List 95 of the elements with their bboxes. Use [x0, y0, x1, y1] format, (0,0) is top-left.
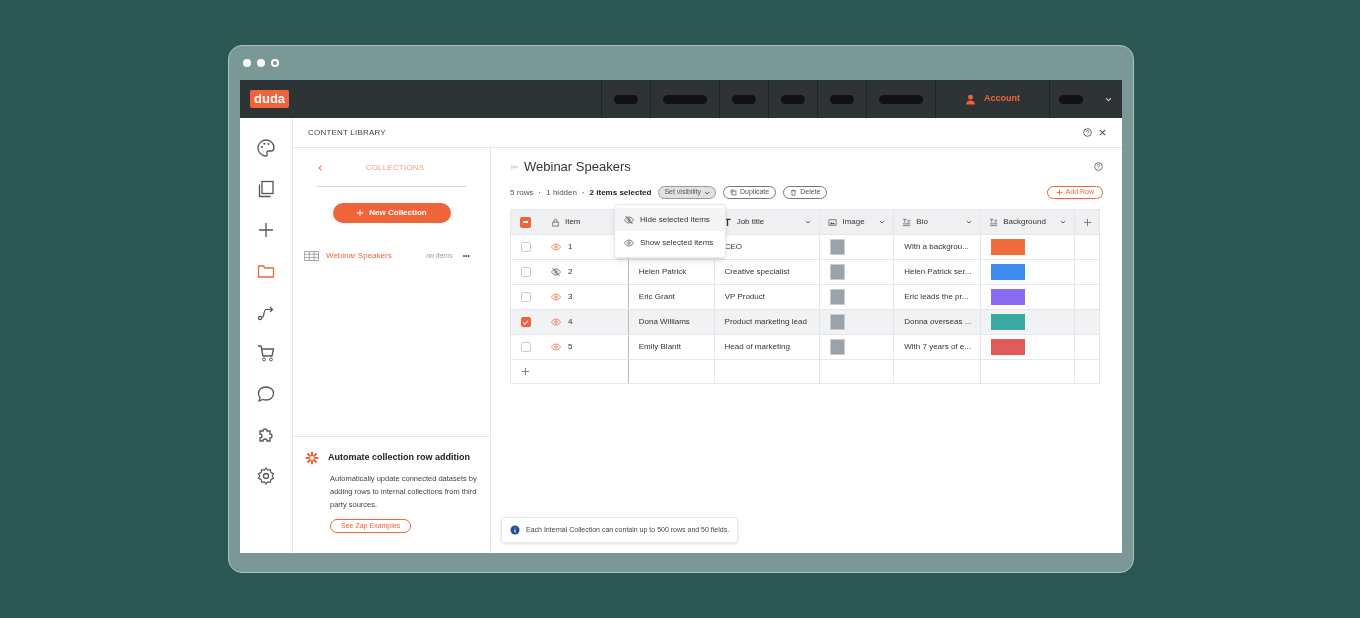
column-label: Bio: [916, 216, 929, 228]
table-cell: 1: [567, 241, 573, 253]
checkmark-icon: [522, 318, 530, 326]
eye-icon[interactable]: [550, 292, 561, 302]
table-cell: Eric Grant: [638, 291, 675, 303]
add-column-icon[interactable]: [1082, 217, 1092, 227]
panel-title: CONTENT LIBRARY: [308, 126, 386, 139]
plus-icon: [1055, 189, 1063, 196]
pages-icon[interactable]: [256, 179, 276, 199]
help-icon[interactable]: [1083, 128, 1092, 137]
image-icon: [828, 217, 838, 227]
column-label: Background: [1003, 216, 1047, 228]
rich-text-icon: [902, 217, 912, 227]
cart-icon[interactable]: [256, 343, 276, 363]
photo-placeholder: [830, 264, 846, 280]
nav-item-placeholder[interactable]: [614, 94, 638, 104]
column-label: Image: [842, 216, 866, 228]
nav-item-placeholder[interactable]: [663, 94, 707, 104]
plus-icon: [356, 209, 365, 217]
menu-item[interactable]: Show selected items: [615, 231, 725, 254]
table-cell: Helen Patrick ser...: [904, 266, 972, 278]
nav-item-placeholder[interactable]: [1059, 94, 1083, 104]
chevron-down-icon: [1105, 95, 1112, 103]
palette-icon[interactable]: [256, 138, 276, 158]
promo-title: Automate collection row addition: [328, 451, 470, 465]
table-cell: Head of marketing: [724, 341, 790, 353]
close-icon[interactable]: [1098, 128, 1107, 137]
select-all-checkbox[interactable]: [520, 216, 532, 228]
back-chevron-icon[interactable]: [317, 163, 324, 172]
nav-item-placeholder[interactable]: [781, 94, 805, 104]
eye-icon[interactable]: [550, 242, 561, 252]
photo-placeholder: [830, 289, 846, 305]
selected-count: 2 items selected: [589, 186, 652, 199]
table-cell: 3: [567, 291, 573, 303]
hidden-count: 1 hidden: [546, 186, 577, 199]
separator-dot: ·: [538, 186, 542, 199]
chevron-down-icon: [879, 219, 886, 225]
table-cell: Emily Blantt: [638, 341, 681, 353]
separator-dot: ·: [581, 186, 585, 199]
row-checkbox[interactable]: [520, 292, 531, 302]
menu-label: Hide selected items: [640, 213, 710, 226]
table-cell: Creative specialist: [724, 266, 790, 278]
table-icon: [304, 251, 319, 261]
user-icon: [965, 93, 976, 105]
logo: duda: [250, 90, 290, 108]
eye-icon[interactable]: [550, 342, 561, 352]
table-cell: With a backgrou...: [904, 241, 969, 253]
nav-item-placeholder[interactable]: [830, 94, 854, 104]
menu-item[interactable]: Hide selected items: [615, 208, 725, 231]
plus-icon[interactable]: [256, 220, 276, 240]
row-checkbox[interactable]: [520, 317, 531, 327]
eye-crossed-icon[interactable]: [550, 267, 561, 277]
table-cell: Eric leads the pr...: [904, 291, 969, 303]
copy-icon: [730, 189, 737, 196]
photo-placeholder: [830, 314, 846, 330]
puzzle-icon[interactable]: [256, 425, 276, 445]
table-cell: Dona Williams: [638, 316, 690, 328]
chevron-down-icon: [704, 189, 710, 196]
settings-icon[interactable]: [256, 466, 276, 486]
row-checkbox[interactable]: [520, 342, 531, 352]
chevron-down-icon: [1060, 219, 1067, 225]
table-cell: Product marketing lead: [724, 316, 807, 328]
photo-placeholder: [830, 339, 846, 355]
row-checkbox[interactable]: [520, 267, 531, 277]
rich-text-icon: [989, 217, 999, 227]
account-link[interactable]: Account: [984, 92, 1020, 106]
eye-icon: [624, 237, 634, 248]
chat-bubble-icon[interactable]: [256, 384, 276, 404]
table-cell: 2: [567, 266, 573, 278]
info-icon: [510, 525, 520, 535]
lock-icon: [550, 217, 560, 227]
table-cell: With 7 years of e...: [904, 341, 971, 353]
menu-label: Show selected items: [640, 236, 714, 249]
table-cell: VP Product: [724, 291, 765, 303]
chevron-down-icon: [805, 219, 812, 225]
column-label: Item: [564, 216, 582, 228]
chevron-down-icon: [966, 219, 973, 225]
collections-title: COLLECTIONS: [364, 161, 426, 174]
table-cell: 5: [567, 341, 573, 353]
nav-item-placeholder[interactable]: [879, 94, 923, 104]
table-cell: Donna overseas ...: [904, 316, 972, 328]
row-checkbox[interactable]: [520, 242, 531, 252]
table-cell: Helen Patrick: [638, 266, 687, 278]
trash-icon: [790, 189, 798, 196]
help-icon[interactable]: [1094, 162, 1103, 171]
row-count: 5 rows: [510, 186, 534, 199]
table-cell: 4: [567, 316, 573, 328]
asterisk-icon: [305, 451, 319, 465]
eye-crossed-icon: [624, 214, 634, 225]
photo-placeholder: [830, 239, 846, 255]
eye-icon[interactable]: [550, 317, 561, 327]
add-row-icon[interactable]: [521, 367, 530, 376]
collection-title: Webinar Speakers: [524, 157, 631, 176]
column-label: Job title: [736, 216, 766, 228]
nav-item-placeholder[interactable]: [732, 94, 756, 104]
